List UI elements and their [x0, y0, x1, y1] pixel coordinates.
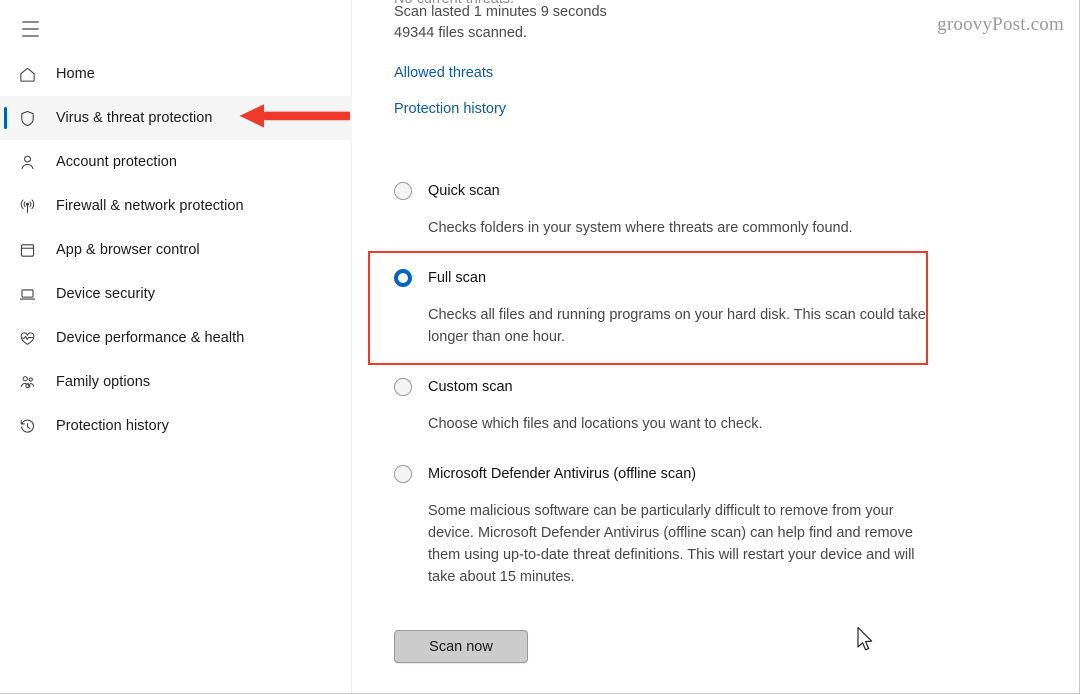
watermark: groovyPost.com: [937, 14, 1064, 35]
scan-duration-text: Scan lasted 1 minutes 9 seconds: [394, 4, 607, 20]
laptop-icon: [18, 282, 46, 306]
scan-option-description: Some malicious software can be particula…: [428, 503, 915, 585]
sidebar-item-label: Virus & threat protection: [56, 110, 213, 126]
scan-option-header[interactable]: Quick scan: [394, 181, 954, 203]
scan-option-header[interactable]: Custom scan: [394, 377, 954, 399]
clock-history-icon: [18, 414, 46, 438]
scan-now-button[interactable]: Scan now: [394, 630, 528, 663]
window-app-icon: [18, 238, 46, 262]
files-scanned-text: 49344 files scanned.: [394, 25, 528, 41]
scan-option-custom[interactable]: Custom scan Choose which files and locat…: [394, 377, 954, 435]
hamburger-bar: [22, 28, 39, 30]
heart-pulse-icon: [18, 326, 46, 350]
scan-option-title: Microsoft Defender Antivirus (offline sc…: [428, 466, 697, 482]
sidebar-item-device-security[interactable]: Device security: [0, 272, 352, 316]
hamburger-bar: [22, 21, 39, 24]
sidebar-item-device-performance-health[interactable]: Device performance & health: [0, 316, 352, 360]
main-content: groovyPost.com No current threats. Scan …: [353, 0, 1079, 693]
radio-quick-scan[interactable]: [394, 182, 412, 200]
scan-option-description: Choose which files and locations you wan…: [428, 416, 763, 432]
scan-option-title: Custom scan: [428, 379, 513, 395]
sidebar-item-label: Account protection: [56, 154, 177, 170]
sidebar-item-label: Home: [56, 66, 95, 82]
hamburger-bar: [22, 34, 39, 37]
sidebar-nav: Home Virus & threat protection Account p…: [0, 52, 352, 448]
wifi-signal-icon: [18, 194, 46, 218]
sidebar-item-label: Protection history: [56, 418, 169, 434]
scan-option-quick[interactable]: Quick scan Checks folders in your system…: [394, 181, 954, 239]
sidebar: Home Virus & threat protection Account p…: [0, 0, 352, 693]
sidebar-item-app-browser-control[interactable]: App & browser control: [0, 228, 352, 272]
scan-option-header[interactable]: Microsoft Defender Antivirus (offline sc…: [394, 464, 954, 486]
sidebar-item-virus-threat-protection[interactable]: Virus & threat protection: [0, 96, 352, 140]
scan-option-description: Checks folders in your system where thre…: [428, 220, 853, 236]
hamburger-icon[interactable]: [14, 12, 54, 46]
radio-full-scan[interactable]: [394, 269, 412, 287]
sidebar-item-label: Device performance & health: [56, 330, 245, 346]
home-icon: [18, 62, 46, 86]
sidebar-item-family-options[interactable]: Family options: [0, 360, 352, 404]
shield-icon: [18, 106, 46, 130]
sidebar-item-label: Family options: [56, 374, 151, 390]
allowed-threats-link[interactable]: Allowed threats: [394, 65, 493, 81]
mouse-cursor-icon: [857, 626, 873, 651]
scan-option-description: Checks all files and running programs on…: [428, 307, 926, 345]
sidebar-item-protection-history[interactable]: Protection history: [0, 404, 352, 448]
radio-offline-scan[interactable]: [394, 465, 412, 483]
radio-custom-scan[interactable]: [394, 378, 412, 396]
windows-security-window: Home Virus & threat protection Account p…: [0, 0, 1080, 694]
sidebar-item-home[interactable]: Home: [0, 52, 352, 96]
person-icon: [18, 150, 46, 174]
sidebar-item-label: Device security: [56, 286, 156, 302]
scan-statistics: Scan lasted 1 minutes 9 seconds 49344 fi…: [394, 2, 607, 44]
scan-option-full[interactable]: Full scan Checks all files and running p…: [394, 268, 954, 348]
scan-option-title: Quick scan: [428, 183, 500, 199]
sidebar-item-account-protection[interactable]: Account protection: [0, 140, 352, 184]
people-group-icon: [18, 370, 46, 394]
sidebar-item-label: App & browser control: [56, 242, 200, 258]
scan-option-header[interactable]: Full scan: [394, 268, 954, 290]
sidebar-item-firewall-network-protection[interactable]: Firewall & network protection: [0, 184, 352, 228]
sidebar-item-label: Firewall & network protection: [56, 198, 244, 214]
scan-option-offline[interactable]: Microsoft Defender Antivirus (offline sc…: [394, 464, 954, 588]
scan-option-title: Full scan: [428, 270, 487, 286]
protection-history-link[interactable]: Protection history: [394, 101, 506, 117]
